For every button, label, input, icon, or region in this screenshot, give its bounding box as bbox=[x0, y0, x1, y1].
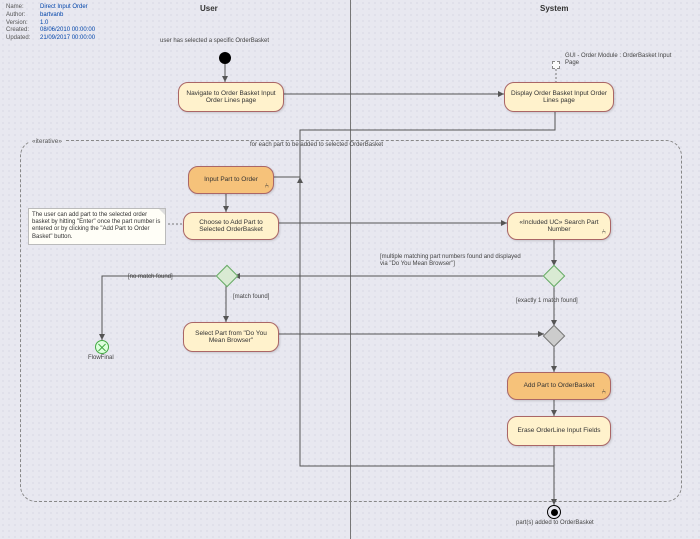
activity-final-label: part(s) added to OrderBasket bbox=[516, 520, 594, 527]
activity-select-part-label: Select Part from "Do You Mean Browser" bbox=[188, 330, 274, 345]
guard-one: [exactly 1 match found] bbox=[516, 298, 578, 305]
sub-icon: ⑃ bbox=[265, 183, 269, 191]
activity-add-part-label: Add Part to OrderBasket bbox=[524, 382, 595, 389]
activity-input-part[interactable]: Input Part to Order ⑃ bbox=[188, 166, 274, 194]
sub-icon: ⑃ bbox=[602, 389, 606, 397]
activity-display[interactable]: Display Order Basket Input Order Lines p… bbox=[504, 82, 614, 112]
activity-input-part-label: Input Part to Order bbox=[204, 176, 258, 183]
connectors bbox=[0, 0, 700, 539]
activity-choose-add[interactable]: Choose to Add Part to Selected OrderBask… bbox=[183, 212, 279, 240]
note-add-part: The user can add part to the selected or… bbox=[28, 208, 166, 245]
initial-node bbox=[219, 52, 231, 64]
guard-nomatch: [no match found] bbox=[128, 274, 173, 281]
activity-add-part[interactable]: Add Part to OrderBasket ⑃ bbox=[507, 372, 611, 400]
activity-select-part[interactable]: Select Part from "Do You Mean Browser" bbox=[183, 322, 279, 352]
activity-navigate-label: Navigate to Order Basket Input Order Lin… bbox=[183, 90, 279, 105]
activity-erase-fields-label: Erase OrderLine Input Fields bbox=[517, 427, 600, 434]
iterative-caption: for each part to be added to selected Or… bbox=[250, 142, 383, 149]
activity-navigate[interactable]: Navigate to Order Basket Input Order Lin… bbox=[178, 82, 284, 112]
guard-match: [match found] bbox=[233, 294, 269, 301]
activity-erase-fields[interactable]: Erase OrderLine Input Fields bbox=[507, 416, 611, 446]
flow-final bbox=[95, 340, 109, 354]
note-add-part-text: The user can add part to the selected or… bbox=[32, 212, 160, 240]
guard-multi: [multiple matching part numbers found an… bbox=[380, 254, 530, 268]
gui-port-label: GUI - Order Module : OrderBasket Input P… bbox=[565, 53, 675, 67]
activity-search-part-label: «Included UC» Search Part Number bbox=[512, 219, 606, 234]
gui-port bbox=[552, 61, 560, 69]
activity-search-part[interactable]: «Included UC» Search Part Number⑃ bbox=[507, 212, 611, 240]
activity-choose-add-label: Choose to Add Part to Selected OrderBask… bbox=[188, 219, 274, 234]
activity-display-label: Display Order Basket Input Order Lines p… bbox=[509, 90, 609, 105]
flow-final-label: FlowFinal bbox=[88, 355, 114, 362]
start-note: user has selected a specific OrderBasket bbox=[160, 38, 269, 45]
sub-icon: ⑃ bbox=[602, 229, 606, 237]
activity-final bbox=[547, 505, 561, 519]
diagram-canvas: Name:Direct Input Order Author:bartvanb … bbox=[0, 0, 700, 539]
